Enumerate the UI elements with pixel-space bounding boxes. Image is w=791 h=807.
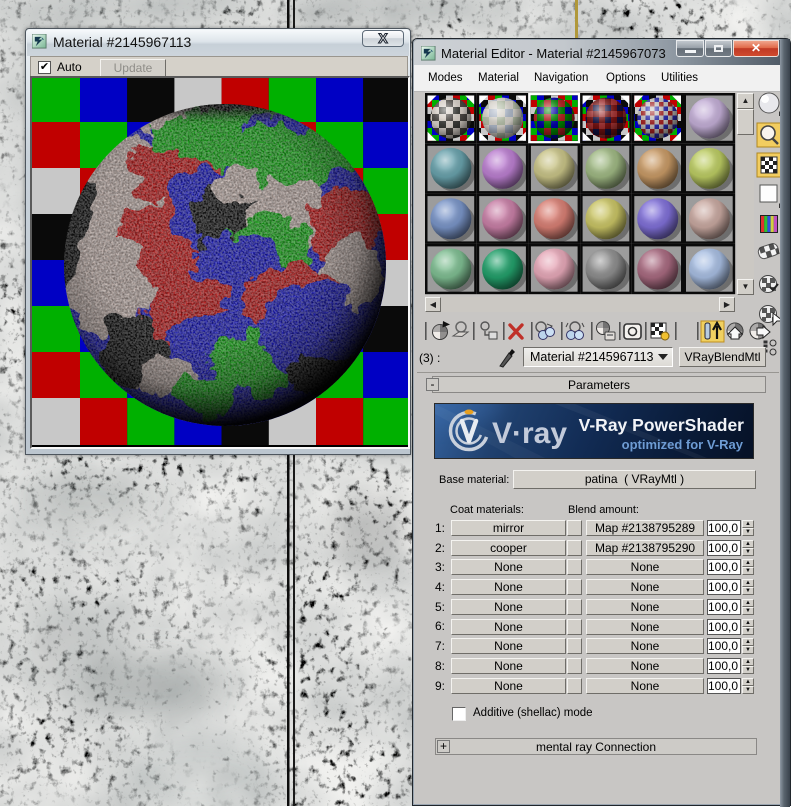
svg-text:optimized for V-Ray: optimized for V-Ray	[622, 437, 744, 452]
svg-text:V-Ray PowerShader: V-Ray PowerShader	[579, 415, 745, 435]
svg-text:V·ray: V·ray	[492, 417, 567, 450]
